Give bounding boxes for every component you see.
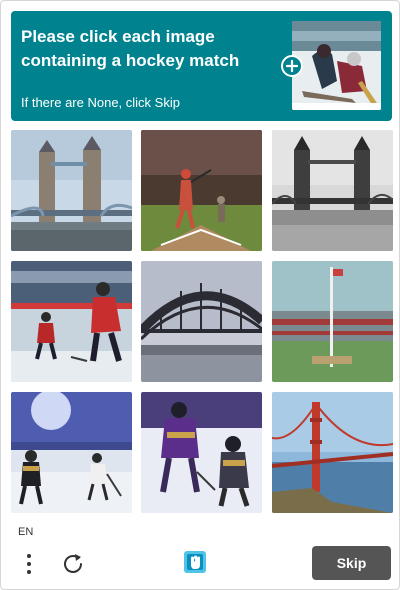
grid-tile-7[interactable] [11,392,132,513]
menu-icon[interactable] [21,549,37,579]
grid-tile-5[interactable] [141,261,262,382]
challenge-header: Please click each image containing a hoc… [11,11,392,121]
grid-tile-2[interactable] [141,130,262,251]
grid-tile-3[interactable] [272,130,393,251]
refresh-icon[interactable] [59,550,87,578]
grid-tile-1[interactable] [11,130,132,251]
grid-tile-9[interactable] [272,392,393,513]
challenge-prompt: Please click each image containing a hoc… [21,27,240,70]
grid-tile-8[interactable] [141,392,262,513]
grid-tile-4[interactable] [11,261,132,382]
example-image [292,21,381,110]
plus-icon [281,55,303,77]
language-label[interactable]: EN [18,526,33,538]
captcha-frame: Please click each image containing a hoc… [0,0,400,590]
grid-tile-6[interactable] [272,261,393,382]
skip-hint: If there are None, click Skip [21,95,180,110]
skip-button[interactable]: Skip [312,546,391,580]
hcaptcha-logo-icon [183,547,207,577]
